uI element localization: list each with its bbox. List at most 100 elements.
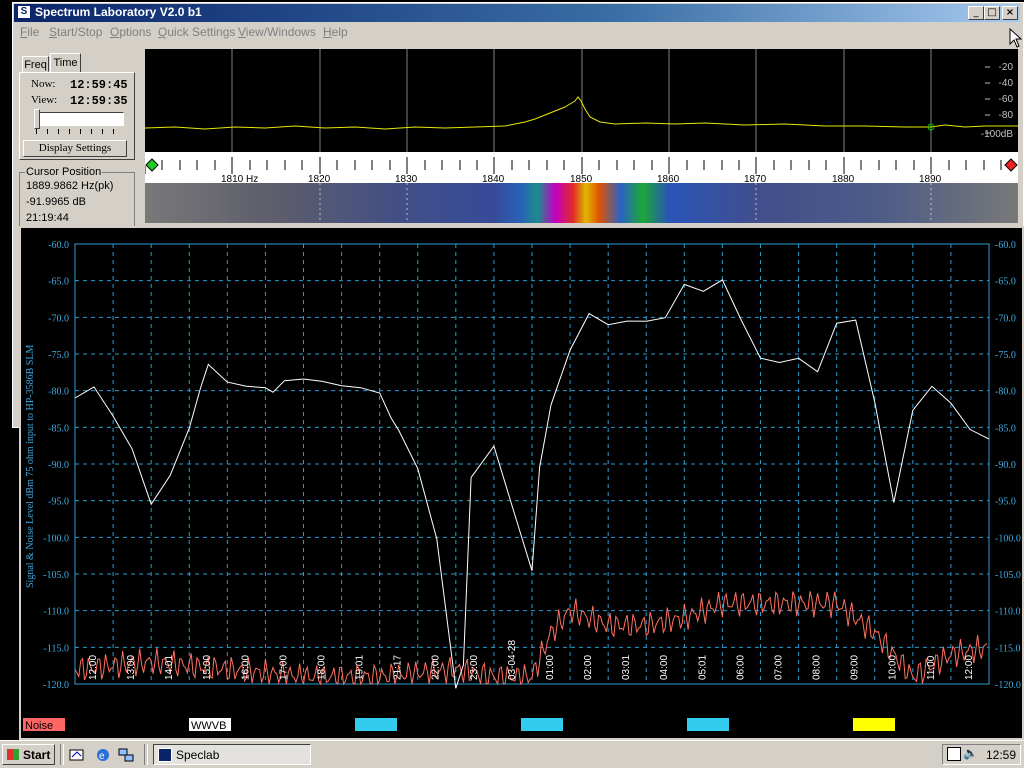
taskbar-button-speclab[interactable]: Speclab: [153, 744, 311, 765]
start-button[interactable]: Start: [2, 744, 55, 765]
time-label: 18:00: [316, 655, 327, 680]
now-value: 12:59:45: [70, 78, 128, 92]
show-desktop-icon[interactable]: [69, 747, 85, 763]
spectrum-db-scale: -20 -40 -60 -80 -100dB: [981, 62, 1014, 140]
menu-file[interactable]: File: [20, 25, 39, 39]
time-label: 09:00: [850, 655, 861, 680]
y-tick-label: -65.0: [995, 277, 1016, 288]
volume-icon[interactable]: 🔈: [963, 746, 978, 760]
spectrum-grid: [231, 49, 932, 152]
db-label: -60: [999, 94, 1014, 105]
time-label: 04:00: [659, 655, 670, 680]
right-marker-icon[interactable]: [1004, 158, 1018, 172]
db-label: -20: [999, 62, 1014, 73]
speclab-icon: [158, 748, 172, 762]
legend-label: WWVB: [191, 720, 226, 732]
menu-start-stop[interactable]: Start/Stop: [49, 25, 102, 39]
time-label: 06:00: [735, 655, 746, 680]
db-label: -100dB: [981, 129, 1014, 140]
time-slider-thumb[interactable]: [34, 109, 40, 129]
y-tick-label: -120.0: [995, 680, 1021, 691]
time-label: 15:00: [202, 655, 213, 680]
system-tray: 🔈 12:59: [942, 744, 1021, 765]
y-tick-label: -110.0: [995, 607, 1020, 618]
y-tick-label: -75.0: [48, 350, 69, 361]
slider-ticks: [36, 129, 124, 134]
clock[interactable]: 12:59: [986, 748, 1016, 762]
time-label: 07:00: [773, 655, 784, 680]
time-label: 13:00: [126, 655, 137, 680]
view-label: View:: [31, 94, 58, 106]
time-label: 21:17: [393, 655, 404, 680]
y-tick-label: -80.0: [48, 387, 69, 398]
taskbar-separator: [144, 744, 148, 765]
y-tick-label: -100.0: [995, 533, 1021, 544]
left-y-axis: -60.0 -65.0 -70.0 -75.0 -80.0 -85.0 -90.0 -95.0…: [43, 240, 69, 691]
waterfall-display[interactable]: [145, 183, 1018, 223]
y-tick-label: -115.0: [44, 643, 69, 654]
cursor-time: 21:19:44: [26, 212, 69, 224]
cursor-frequency: 1889.9862 Hz(pk): [26, 180, 114, 192]
time-slider-track[interactable]: [34, 112, 124, 126]
cursor-position-legend: Cursor Position: [25, 166, 103, 178]
tray-app-icon[interactable]: [947, 747, 961, 761]
time-label: 17:00: [278, 655, 289, 680]
tab-freq[interactable]: Freq: [22, 56, 49, 72]
time-label: 14:01: [164, 655, 175, 680]
close-button[interactable]: ×: [1002, 6, 1018, 20]
plot-window[interactable]: -60.0 -65.0 -70.0 -75.0 -80.0 -85.0 -90.0 -95.0…: [19, 226, 1024, 740]
y-tick-label: -95.0: [995, 497, 1016, 508]
menu-quick-settings[interactable]: Quick Settings: [158, 25, 235, 39]
time-label: 11:00: [926, 655, 937, 680]
time-label: 12:00: [88, 655, 99, 680]
legend-label: Noise: [25, 720, 53, 732]
time-label: 22:00: [431, 655, 442, 680]
time-label: 08:00: [812, 655, 823, 680]
menu-bar: File Start/Stop Options Quick Settings V…: [14, 23, 1020, 41]
y-tick-label: -115.0: [995, 643, 1020, 654]
y-tick-label: -90.0: [995, 460, 1016, 471]
plot-grid: [74, 243, 990, 685]
y-tick-label: -85.0: [48, 423, 69, 434]
internet-explorer-icon[interactable]: e: [95, 747, 111, 763]
cursor-level: -91.9965 dB: [26, 196, 86, 208]
y-tick-label: -110.0: [44, 607, 69, 618]
tab-time[interactable]: Time: [50, 53, 81, 73]
menu-options[interactable]: Options: [110, 25, 151, 39]
menu-view-windows[interactable]: View/Windows: [238, 25, 316, 39]
taskbar-button-label: Speclab: [176, 748, 220, 762]
frequency-scale[interactable]: 1810 Hz 1820 1830 1840 1850 1860 1870 18…: [145, 152, 1018, 184]
time-label: 03:01: [621, 655, 632, 680]
minimize-button[interactable]: _: [968, 6, 984, 20]
network-icon[interactable]: [118, 747, 134, 763]
menu-help[interactable]: Help: [323, 25, 348, 39]
maximize-button[interactable]: □: [984, 6, 1000, 20]
start-label: Start: [23, 748, 51, 762]
db-label: -40: [999, 78, 1014, 89]
left-marker-icon[interactable]: [145, 158, 159, 172]
time-label: 23:00: [469, 655, 480, 680]
time-label: 01:00: [545, 655, 556, 680]
y-tick-label: -65.0: [48, 277, 69, 288]
y-tick-label: -105.0: [995, 570, 1021, 581]
y-tick-label: -85.0: [995, 423, 1016, 434]
legend-swatch: [355, 718, 397, 731]
now-label: Now:: [31, 78, 56, 90]
legend-swatch: [687, 718, 729, 731]
spectrum-display[interactable]: -20 -40 -60 -80 -100dB: [145, 49, 1018, 152]
time-label: 10:00: [888, 655, 899, 680]
svg-text:e: e: [99, 751, 105, 762]
right-y-axis: -60.0 -65.0 -70.0 -75.0 -80.0 -85.0 -90.0 -95.0…: [995, 240, 1021, 691]
plot-legend: Noise WWVB: [23, 718, 895, 732]
y-tick-label: -75.0: [995, 350, 1016, 361]
y-tick-label: -70.0: [48, 313, 69, 324]
y-tick-label: -100.0: [43, 533, 69, 544]
y-axis-label: Signal & Noise Level dBm 75 ohm input to…: [25, 345, 36, 588]
mouse-pointer-icon: [1009, 28, 1023, 48]
legend-swatch: [853, 718, 895, 731]
window-title: Spectrum Laboratory V2.0 b1: [35, 5, 202, 19]
display-settings-button[interactable]: Display Settings: [23, 140, 127, 157]
app-icon[interactable]: S: [17, 5, 31, 19]
time-labels: 12:00 13:00 14:01 15:00 16:00 17:00 18:00 19:01…: [88, 640, 975, 680]
time-label: 16:00: [240, 655, 251, 680]
